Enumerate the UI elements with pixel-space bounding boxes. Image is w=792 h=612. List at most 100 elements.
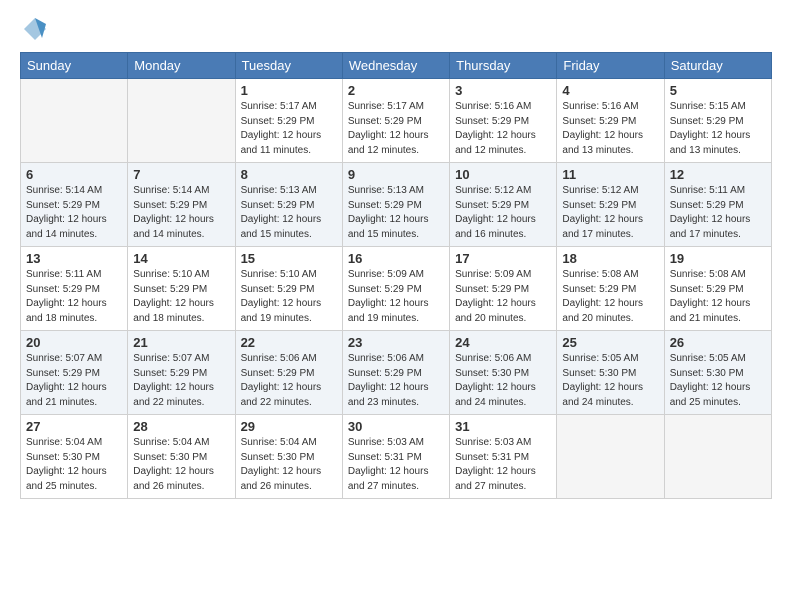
day-number: 31 xyxy=(455,419,551,434)
day-number: 20 xyxy=(26,335,122,350)
day-info: Sunrise: 5:13 AM Sunset: 5:29 PM Dayligh… xyxy=(241,184,337,242)
day-number: 28 xyxy=(133,419,229,434)
day-number: 24 xyxy=(455,335,551,350)
calendar-cell: 13 Sunrise: 5:11 AM Sunset: 5:29 PM Dayli… xyxy=(21,247,128,331)
weekday-header-sunday: Sunday xyxy=(21,53,128,79)
day-number: 9 xyxy=(348,167,444,182)
calendar-cell: 29 Sunrise: 5:04 AM Sunset: 5:30 PM Dayli… xyxy=(235,415,342,499)
day-number: 27 xyxy=(26,419,122,434)
day-info: Sunrise: 5:16 AM Sunset: 5:29 PM Dayligh… xyxy=(562,100,658,158)
day-number: 21 xyxy=(133,335,229,350)
calendar-cell: 21 Sunrise: 5:07 AM Sunset: 5:29 PM Dayli… xyxy=(128,331,235,415)
day-info: Sunrise: 5:04 AM Sunset: 5:30 PM Dayligh… xyxy=(26,436,122,494)
calendar-week-5: 27 Sunrise: 5:04 AM Sunset: 5:30 PM Dayli… xyxy=(21,415,772,499)
calendar-week-2: 6 Sunrise: 5:14 AM Sunset: 5:29 PM Daylig… xyxy=(21,163,772,247)
day-info: Sunrise: 5:13 AM Sunset: 5:29 PM Dayligh… xyxy=(348,184,444,242)
logo xyxy=(20,16,52,42)
day-number: 6 xyxy=(26,167,122,182)
day-number: 4 xyxy=(562,83,658,98)
day-number: 22 xyxy=(241,335,337,350)
day-number: 25 xyxy=(562,335,658,350)
day-number: 29 xyxy=(241,419,337,434)
day-number: 13 xyxy=(26,251,122,266)
day-number: 16 xyxy=(348,251,444,266)
weekday-header-saturday: Saturday xyxy=(664,53,771,79)
calendar-cell: 5 Sunrise: 5:15 AM Sunset: 5:29 PM Daylig… xyxy=(664,79,771,163)
calendar-cell: 7 Sunrise: 5:14 AM Sunset: 5:29 PM Daylig… xyxy=(128,163,235,247)
calendar-cell: 9 Sunrise: 5:13 AM Sunset: 5:29 PM Daylig… xyxy=(342,163,449,247)
day-number: 17 xyxy=(455,251,551,266)
calendar-cell: 17 Sunrise: 5:09 AM Sunset: 5:29 PM Dayli… xyxy=(450,247,557,331)
day-info: Sunrise: 5:05 AM Sunset: 5:30 PM Dayligh… xyxy=(562,352,658,410)
calendar-week-3: 13 Sunrise: 5:11 AM Sunset: 5:29 PM Dayli… xyxy=(21,247,772,331)
header xyxy=(20,16,772,42)
weekday-header-monday: Monday xyxy=(128,53,235,79)
day-number: 2 xyxy=(348,83,444,98)
day-info: Sunrise: 5:06 AM Sunset: 5:29 PM Dayligh… xyxy=(241,352,337,410)
day-info: Sunrise: 5:03 AM Sunset: 5:31 PM Dayligh… xyxy=(348,436,444,494)
day-number: 26 xyxy=(670,335,766,350)
calendar-cell xyxy=(128,79,235,163)
day-info: Sunrise: 5:17 AM Sunset: 5:29 PM Dayligh… xyxy=(348,100,444,158)
day-info: Sunrise: 5:09 AM Sunset: 5:29 PM Dayligh… xyxy=(348,268,444,326)
calendar-table: SundayMondayTuesdayWednesdayThursdayFrid… xyxy=(20,52,772,499)
day-number: 30 xyxy=(348,419,444,434)
calendar-week-1: 1 Sunrise: 5:17 AM Sunset: 5:29 PM Daylig… xyxy=(21,79,772,163)
calendar-cell xyxy=(664,415,771,499)
calendar-week-4: 20 Sunrise: 5:07 AM Sunset: 5:29 PM Dayli… xyxy=(21,331,772,415)
calendar-cell: 12 Sunrise: 5:11 AM Sunset: 5:29 PM Dayli… xyxy=(664,163,771,247)
calendar-cell: 30 Sunrise: 5:03 AM Sunset: 5:31 PM Dayli… xyxy=(342,415,449,499)
calendar-cell: 26 Sunrise: 5:05 AM Sunset: 5:30 PM Dayli… xyxy=(664,331,771,415)
calendar-cell: 6 Sunrise: 5:14 AM Sunset: 5:29 PM Daylig… xyxy=(21,163,128,247)
calendar-cell: 31Sunrise: 5:03 AM Sunset: 5:31 PM Dayli… xyxy=(450,415,557,499)
logo-text xyxy=(20,16,50,42)
day-info: Sunrise: 5:07 AM Sunset: 5:29 PM Dayligh… xyxy=(26,352,122,410)
day-number: 10 xyxy=(455,167,551,182)
calendar-cell: 15Sunrise: 5:10 AM Sunset: 5:29 PM Dayli… xyxy=(235,247,342,331)
day-info: Sunrise: 5:12 AM Sunset: 5:29 PM Dayligh… xyxy=(455,184,551,242)
calendar-cell: 22 Sunrise: 5:06 AM Sunset: 5:29 PM Dayli… xyxy=(235,331,342,415)
day-number: 11 xyxy=(562,167,658,182)
day-info: Sunrise: 5:05 AM Sunset: 5:30 PM Dayligh… xyxy=(670,352,766,410)
day-number: 12 xyxy=(670,167,766,182)
weekday-header-friday: Friday xyxy=(557,53,664,79)
calendar-cell: 28 Sunrise: 5:04 AM Sunset: 5:30 PM Dayli… xyxy=(128,415,235,499)
calendar-cell: 8 Sunrise: 5:13 AM Sunset: 5:29 PM Daylig… xyxy=(235,163,342,247)
day-number: 7 xyxy=(133,167,229,182)
weekday-header-thursday: Thursday xyxy=(450,53,557,79)
day-number: 19 xyxy=(670,251,766,266)
calendar-cell: 18Sunrise: 5:08 AM Sunset: 5:29 PM Dayli… xyxy=(557,247,664,331)
weekday-header-wednesday: Wednesday xyxy=(342,53,449,79)
calendar-cell: 14Sunrise: 5:10 AM Sunset: 5:29 PM Dayli… xyxy=(128,247,235,331)
day-number: 23 xyxy=(348,335,444,350)
calendar-cell: 3Sunrise: 5:16 AM Sunset: 5:29 PM Daylig… xyxy=(450,79,557,163)
day-number: 1 xyxy=(241,83,337,98)
day-info: Sunrise: 5:09 AM Sunset: 5:29 PM Dayligh… xyxy=(455,268,551,326)
calendar-cell: 2 Sunrise: 5:17 AM Sunset: 5:29 PM Daylig… xyxy=(342,79,449,163)
calendar-cell: 25 Sunrise: 5:05 AM Sunset: 5:30 PM Dayli… xyxy=(557,331,664,415)
day-number: 5 xyxy=(670,83,766,98)
day-info: Sunrise: 5:14 AM Sunset: 5:29 PM Dayligh… xyxy=(26,184,122,242)
day-info: Sunrise: 5:16 AM Sunset: 5:29 PM Dayligh… xyxy=(455,100,551,158)
calendar-cell: 24 Sunrise: 5:06 AM Sunset: 5:30 PM Dayli… xyxy=(450,331,557,415)
day-info: Sunrise: 5:15 AM Sunset: 5:29 PM Dayligh… xyxy=(670,100,766,158)
day-info: Sunrise: 5:06 AM Sunset: 5:29 PM Dayligh… xyxy=(348,352,444,410)
day-info: Sunrise: 5:12 AM Sunset: 5:29 PM Dayligh… xyxy=(562,184,658,242)
day-number: 8 xyxy=(241,167,337,182)
day-number: 15 xyxy=(241,251,337,266)
day-info: Sunrise: 5:04 AM Sunset: 5:30 PM Dayligh… xyxy=(133,436,229,494)
logo-icon xyxy=(22,16,48,42)
day-info: Sunrise: 5:10 AM Sunset: 5:29 PM Dayligh… xyxy=(133,268,229,326)
calendar-cell: 19Sunrise: 5:08 AM Sunset: 5:29 PM Dayli… xyxy=(664,247,771,331)
day-info: Sunrise: 5:17 AM Sunset: 5:29 PM Dayligh… xyxy=(241,100,337,158)
day-info: Sunrise: 5:11 AM Sunset: 5:29 PM Dayligh… xyxy=(670,184,766,242)
day-info: Sunrise: 5:14 AM Sunset: 5:29 PM Dayligh… xyxy=(133,184,229,242)
day-info: Sunrise: 5:06 AM Sunset: 5:30 PM Dayligh… xyxy=(455,352,551,410)
day-info: Sunrise: 5:11 AM Sunset: 5:29 PM Dayligh… xyxy=(26,268,122,326)
day-number: 18 xyxy=(562,251,658,266)
weekday-header-tuesday: Tuesday xyxy=(235,53,342,79)
day-info: Sunrise: 5:04 AM Sunset: 5:30 PM Dayligh… xyxy=(241,436,337,494)
calendar-cell: 23 Sunrise: 5:06 AM Sunset: 5:29 PM Dayli… xyxy=(342,331,449,415)
calendar-cell: 10 Sunrise: 5:12 AM Sunset: 5:29 PM Dayli… xyxy=(450,163,557,247)
day-info: Sunrise: 5:07 AM Sunset: 5:29 PM Dayligh… xyxy=(133,352,229,410)
